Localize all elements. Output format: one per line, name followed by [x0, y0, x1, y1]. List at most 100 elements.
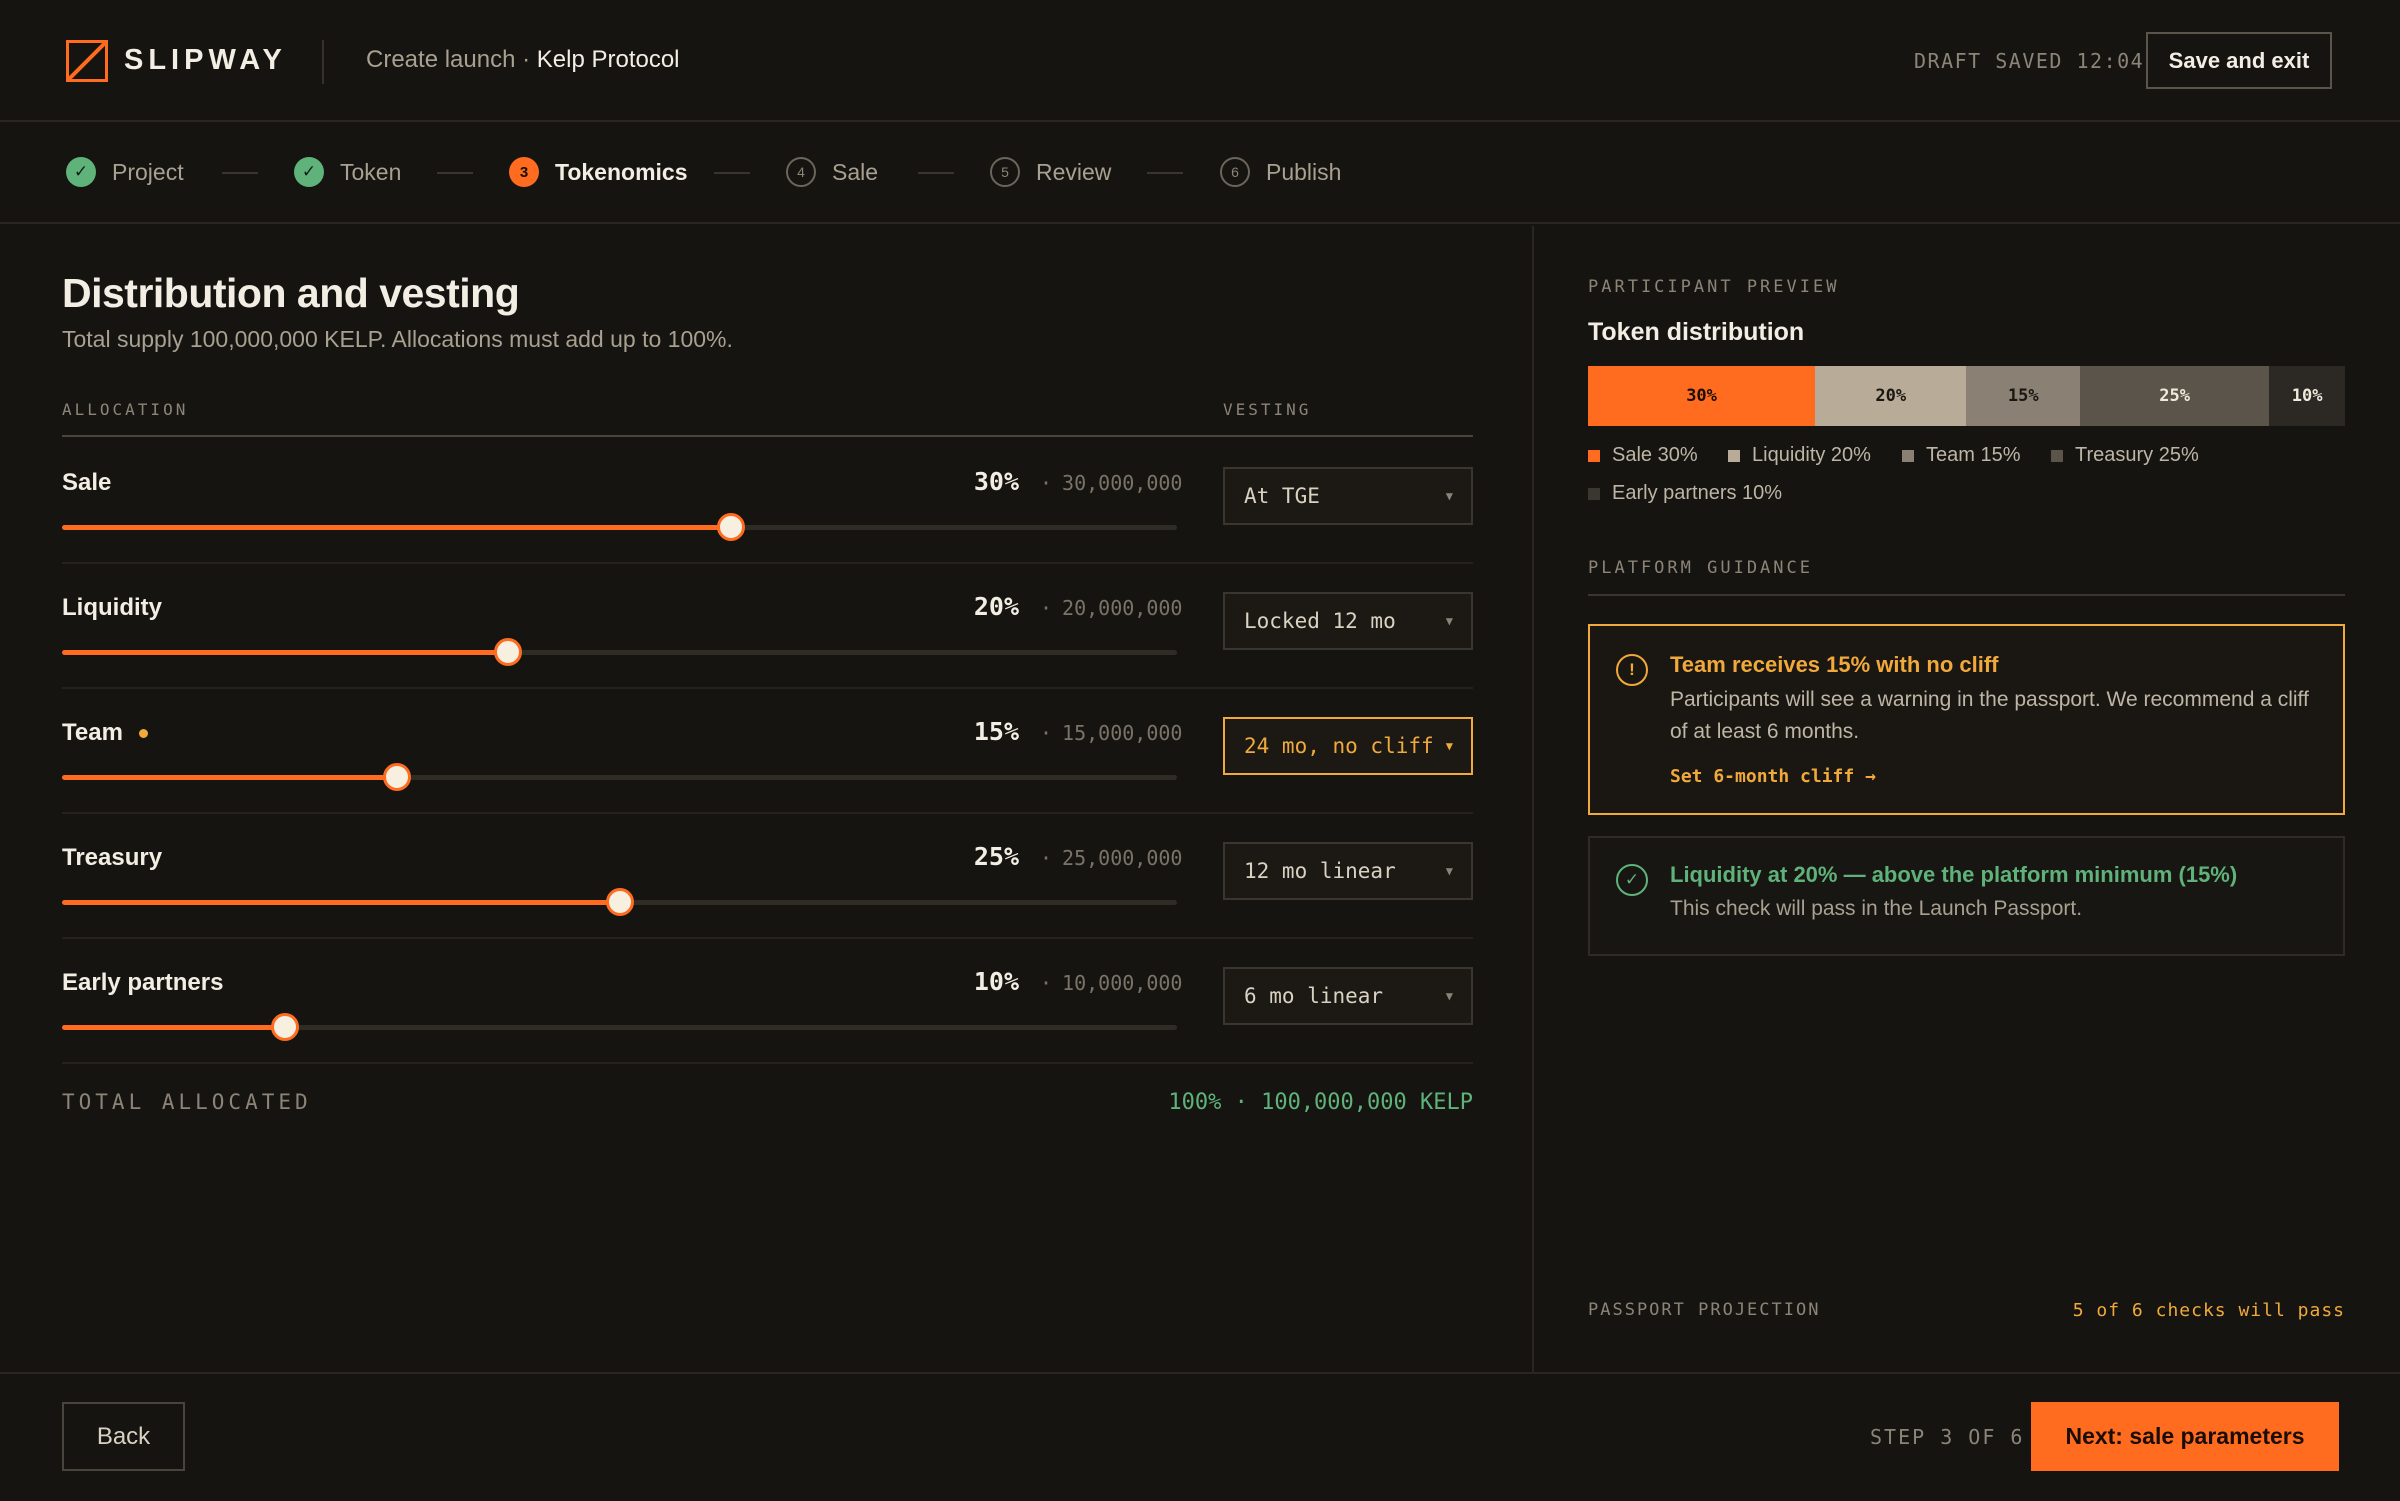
slider-fill	[62, 775, 397, 780]
distribution-segment: 20%	[1815, 366, 1967, 426]
total-allocated-label: TOTAL ALLOCATED	[62, 1090, 312, 1114]
slider-fill	[62, 650, 508, 655]
allocation-row-early-partners: Early partners 10% · 10,000,000 6 mo linear ▼	[62, 937, 1473, 1062]
chevron-down-icon: ▼	[1445, 489, 1453, 503]
step-sale[interactable]: 4 Sale	[786, 156, 878, 188]
distribution-segment: 10%	[2269, 366, 2345, 426]
chevron-down-icon: ▼	[1445, 989, 1453, 1003]
vesting-value: 6 mo linear	[1244, 984, 1384, 1008]
allocation-amount: 20,000,000	[1062, 596, 1183, 620]
allocation-amount-wrap: · 10,000,000	[1036, 971, 1182, 995]
step-label: Project	[112, 158, 184, 185]
participant-preview-eyebrow: PARTICIPANT PREVIEW	[1588, 277, 1840, 297]
allocation-percent: 10%	[973, 967, 1019, 996]
legend-swatch	[1728, 449, 1740, 462]
platform-guidance-eyebrow: PLATFORM GUIDANCE	[1588, 558, 1813, 578]
allocation-row-treasury: Treasury 25% · 25,000,000 12 mo linear ▼	[62, 812, 1473, 937]
guidance-rule	[1588, 594, 2345, 596]
distribution-segment: 30%	[1588, 366, 1816, 426]
amount-separator: ·	[1040, 471, 1053, 495]
vesting-column-header: VESTING	[1223, 400, 1312, 419]
step-token[interactable]: ✓ Token	[294, 156, 401, 188]
allocation-percent: 30%	[973, 467, 1019, 496]
allocation-name: Team	[62, 719, 148, 747]
allocation-row-liquidity: Liquidity 20% · 20,000,000 Locked 12 mo ▼	[62, 562, 1473, 687]
allocation-amount-wrap: · 25,000,000	[1036, 846, 1182, 870]
allocation-name-text: Sale	[62, 469, 112, 496]
step-connector	[918, 172, 954, 174]
step-number-badge: 6	[1220, 157, 1250, 187]
set-cliff-link[interactable]: Set 6-month cliff →	[1670, 766, 1876, 787]
step-connector	[437, 172, 473, 174]
slider-thumb[interactable]	[717, 513, 745, 541]
allocation-slider[interactable]	[62, 513, 1177, 541]
vesting-select[interactable]: At TGE ▼	[1223, 467, 1473, 525]
allocation-slider[interactable]	[62, 638, 1177, 666]
token-distribution-bar: 30% 20% 15% 25% 10%	[1588, 366, 2345, 426]
save-and-exit-button[interactable]: Save and exit	[2146, 32, 2332, 89]
step-tokenomics[interactable]: 3 Tokenomics	[509, 156, 688, 188]
allocation-amount: 15,000,000	[1062, 721, 1183, 745]
vesting-value: At TGE	[1244, 484, 1320, 508]
vesting-select[interactable]: 6 mo linear ▼	[1223, 967, 1473, 1025]
amount-separator: ·	[1040, 721, 1053, 745]
passport-projection-value: 5 of 6 checks will pass	[2072, 1300, 2345, 1321]
slider-thumb[interactable]	[605, 888, 634, 916]
legend-swatch	[1588, 487, 1600, 500]
allocation-amount: 30,000,000	[1062, 471, 1183, 495]
vesting-select[interactable]: 12 mo linear ▼	[1223, 842, 1473, 900]
warning-dot-icon	[138, 728, 148, 738]
step-label: Review	[1036, 158, 1112, 185]
step-project[interactable]: ✓ Project	[66, 156, 184, 188]
logo-text: SLIPWAY	[124, 44, 287, 76]
step-number-badge: 4	[786, 157, 816, 187]
allocation-name: Treasury	[62, 844, 162, 872]
allocation-percent: 25%	[973, 842, 1019, 871]
allocation-name: Early partners	[62, 969, 223, 997]
step-check-icon: ✓	[66, 157, 96, 187]
allocation-amount: 10,000,000	[1062, 971, 1183, 995]
step-review[interactable]: 5 Review	[990, 156, 1111, 188]
allocation-slider[interactable]	[62, 1013, 1177, 1041]
legend-swatch	[1902, 449, 1914, 462]
legend-swatch	[1588, 449, 1600, 462]
amount-separator: ·	[1040, 596, 1053, 620]
draft-status: DRAFT SAVED 12:04	[1914, 49, 2145, 73]
panel-divider	[1532, 226, 1534, 1372]
distribution-segment: 15%	[1966, 366, 2081, 426]
step-publish[interactable]: 6 Publish	[1220, 156, 1341, 188]
breadcrumb-prefix[interactable]: Create launch	[366, 46, 515, 73]
legend-label: Liquidity 20%	[1752, 444, 1871, 466]
chevron-down-icon: ▼	[1445, 864, 1453, 878]
slipway-logo-icon	[66, 40, 108, 82]
allocation-name-text: Team	[62, 719, 123, 746]
step-label: Token	[340, 158, 402, 185]
step-label: Sale	[832, 158, 879, 185]
next-sale-parameters-button[interactable]: Next: sale parameters	[2031, 1402, 2339, 1471]
back-button[interactable]: Back	[62, 1402, 185, 1471]
total-allocated-value: 100% · 100,000,000 KELP	[1168, 1090, 1473, 1115]
legend-swatch	[2051, 449, 2063, 462]
legend-item: Team 15%	[1902, 444, 2021, 467]
breadcrumb: Create launch · Kelp Protocol	[366, 46, 680, 74]
legend-label: Team 15%	[1926, 444, 2021, 466]
legend-label: Sale 30%	[1612, 444, 1698, 466]
slider-thumb[interactable]	[271, 1013, 299, 1041]
allocation-row-sale: Sale 30% · 30,000,000 At TGE ▼	[62, 437, 1473, 562]
vesting-select[interactable]: Locked 12 mo ▼	[1223, 592, 1473, 650]
vesting-select[interactable]: 24 mo, no cliff ▼	[1223, 717, 1473, 775]
allocation-slider[interactable]	[62, 763, 1177, 791]
step-label: Publish	[1266, 158, 1342, 185]
warning-body: Participants will see a warning in the p…	[1670, 688, 2309, 743]
slider-thumb[interactable]	[494, 638, 522, 666]
row-divider	[62, 1062, 1473, 1064]
legend-label: Early partners 10%	[1612, 482, 1783, 504]
page-title: Distribution and vesting	[62, 270, 520, 316]
slider-thumb[interactable]	[382, 763, 411, 791]
token-distribution-title: Token distribution	[1588, 318, 1805, 346]
warning-icon: !	[1616, 654, 1648, 686]
allocation-slider[interactable]	[62, 888, 1177, 916]
amount-separator: ·	[1040, 971, 1053, 995]
passport-projection-label: PASSPORT PROJECTION	[1588, 1300, 1821, 1320]
slider-fill	[62, 525, 731, 530]
